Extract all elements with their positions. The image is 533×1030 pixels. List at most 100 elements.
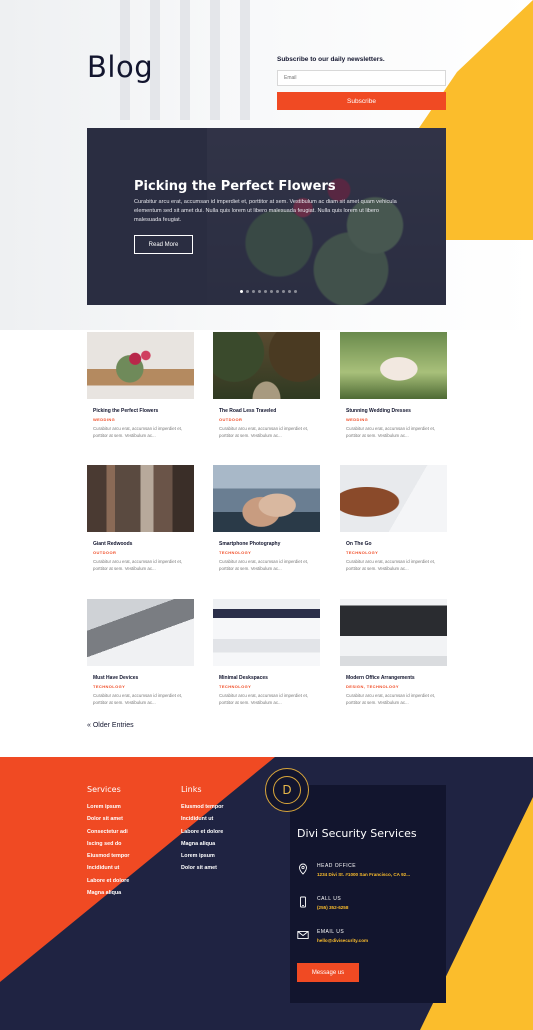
subscribe-button[interactable]: Subscribe xyxy=(277,92,446,110)
post-thumbnail[interactable] xyxy=(87,599,194,666)
email-label: EMAIL US xyxy=(317,929,345,935)
service-link[interactable]: Dolor sit amet xyxy=(87,816,130,828)
slider-dot[interactable] xyxy=(288,290,291,293)
footer: Services Lorem ipsum Dolor sit amet Consec… xyxy=(0,757,533,1030)
newsletter-label: Subscribe to our daily newsletters. xyxy=(277,56,385,63)
message-us-button[interactable]: Message us xyxy=(297,963,359,982)
post-category[interactable]: TECHNOLOGY xyxy=(87,684,194,689)
service-link[interactable]: Eiusmod tempor xyxy=(87,853,130,865)
post-title[interactable]: Minimal Deskspaces xyxy=(213,675,320,681)
service-link[interactable]: Magna aliqua xyxy=(87,890,130,902)
post-excerpt: Curabitur arcu erat, accumsan id imperdi… xyxy=(346,693,436,705)
featured-slider: Picking the Perfect Flowers Curabitur ar… xyxy=(87,128,446,305)
post-excerpt: Curabitur arcu erat, accumsan id imperdi… xyxy=(93,559,183,571)
service-link[interactable]: Lorem ipsum xyxy=(87,804,130,816)
post-card[interactable]: On The Go TECHNOLOGY Curabitur arcu erat, … xyxy=(340,465,447,572)
footer-link[interactable]: Dolor sit amet xyxy=(181,865,224,877)
post-thumbnail[interactable] xyxy=(340,465,447,532)
post-excerpt: Curabitur arcu erat, accumsan id imperdi… xyxy=(93,693,183,705)
call-value[interactable]: (255) 352-6258 xyxy=(317,905,348,910)
call-label: CALL US xyxy=(317,896,342,902)
office-value: 1234 Divi St. #1000 San Francisco, CA 92… xyxy=(317,872,411,877)
post-thumbnail[interactable] xyxy=(213,599,320,666)
older-entries-link[interactable]: « Older Entries xyxy=(87,722,134,729)
post-thumbnail[interactable] xyxy=(213,332,320,399)
email-field[interactable] xyxy=(277,70,446,86)
post-excerpt: Curabitur arcu erat, accumsan id imperdi… xyxy=(346,426,436,438)
post-category[interactable]: OUTDOOR xyxy=(213,417,320,422)
envelope-icon xyxy=(297,931,309,939)
links-list: Eiusmod tempor Incididunt ut Labore et dol… xyxy=(181,804,224,878)
service-link[interactable]: Incididunt ut xyxy=(87,865,130,877)
head-office-info: HEAD OFFICE 1234 Divi St. #1000 San Fran… xyxy=(297,863,410,877)
post-thumbnail[interactable] xyxy=(340,599,447,666)
post-title[interactable]: Giant Redwoods xyxy=(87,541,194,547)
footer-link[interactable]: Eiusmod tempor xyxy=(181,804,224,816)
post-category[interactable]: DESIGN, TECHNOLOGY xyxy=(340,684,447,689)
email-value[interactable]: hello@divisecurity.com xyxy=(317,938,368,943)
contact-card: Divi Security Services HEAD OFFICE 1234 … xyxy=(290,785,446,1003)
post-category[interactable]: WEDDING xyxy=(340,417,447,422)
post-excerpt: Curabitur arcu erat, accumsan id imperdi… xyxy=(219,426,309,438)
post-title[interactable]: Smartphone Photography xyxy=(213,541,320,547)
post-card[interactable]: Minimal Deskspaces TECHNOLOGY Curabitur ar… xyxy=(213,599,320,706)
office-label: HEAD OFFICE xyxy=(317,863,357,869)
post-card[interactable]: The Road Less Traveled OUTDOOR Curabitur a… xyxy=(213,332,320,439)
post-title[interactable]: Picking the Perfect Flowers xyxy=(87,408,194,414)
slider-dot[interactable] xyxy=(282,290,285,293)
post-category[interactable]: OUTDOOR xyxy=(87,550,194,555)
post-card[interactable]: Picking the Perfect Flowers WEDDING Curabi… xyxy=(87,332,194,439)
post-title[interactable]: On The Go xyxy=(340,541,447,547)
footer-link[interactable]: Labore et dolore xyxy=(181,829,224,841)
links-heading: Links xyxy=(181,785,202,794)
logo-badge: D xyxy=(265,768,309,812)
email-info: EMAIL US hello@divisecurity.com xyxy=(297,929,368,943)
post-card[interactable]: Smartphone Photography TECHNOLOGY Curabitu… xyxy=(213,465,320,572)
post-title[interactable]: Must Have Devices xyxy=(87,675,194,681)
footer-link[interactable]: Lorem ipsum xyxy=(181,853,224,865)
service-link[interactable]: Consectetur adi xyxy=(87,829,130,841)
slider-dot[interactable] xyxy=(240,290,243,293)
post-thumbnail[interactable] xyxy=(87,332,194,399)
post-category[interactable]: TECHNOLOGY xyxy=(213,550,320,555)
post-thumbnail[interactable] xyxy=(213,465,320,532)
phone-icon xyxy=(300,896,306,908)
footer-link[interactable]: Magna aliqua xyxy=(181,841,224,853)
call-info: CALL US (255) 352-6258 xyxy=(297,896,348,910)
location-pin-icon xyxy=(299,863,307,875)
post-thumbnail[interactable] xyxy=(340,332,447,399)
post-category[interactable]: TECHNOLOGY xyxy=(213,684,320,689)
read-more-button[interactable]: Read More xyxy=(134,235,193,254)
post-excerpt: Curabitur arcu erat, accumsan id imperdi… xyxy=(93,426,183,438)
slider-dot[interactable] xyxy=(270,290,273,293)
post-card[interactable]: Giant Redwoods OUTDOOR Curabitur arcu erat… xyxy=(87,465,194,572)
slider-dot[interactable] xyxy=(258,290,261,293)
slider-dot[interactable] xyxy=(246,290,249,293)
services-heading: Services xyxy=(87,785,121,794)
slide-text: Curabitur arcu erat, accumsan id imperdi… xyxy=(134,199,397,223)
slider-dot[interactable] xyxy=(264,290,267,293)
slide-title: Picking the Perfect Flowers xyxy=(134,179,336,194)
service-link[interactable]: Iscing sed do xyxy=(87,841,130,853)
post-card[interactable]: Stunning Wedding Dresses WEDDING Curabitur… xyxy=(340,332,447,439)
service-link[interactable]: Labore et dolore xyxy=(87,878,130,890)
post-thumbnail[interactable] xyxy=(87,465,194,532)
services-list: Lorem ipsum Dolor sit amet Consectetur adi… xyxy=(87,804,130,902)
post-card[interactable]: Must Have Devices TECHNOLOGY Curabitur arc… xyxy=(87,599,194,706)
post-card[interactable]: Modern Office Arrangements DESIGN, TECHNO… xyxy=(340,599,447,706)
post-title[interactable]: Modern Office Arrangements xyxy=(340,675,447,681)
card-title: Divi Security Services xyxy=(297,827,417,840)
slider-dots xyxy=(240,290,297,293)
post-category[interactable]: WEDDING xyxy=(87,417,194,422)
slider-dot[interactable] xyxy=(252,290,255,293)
slider-dot[interactable] xyxy=(276,290,279,293)
post-excerpt: Curabitur arcu erat, accumsan id imperdi… xyxy=(219,693,309,705)
post-title[interactable]: Stunning Wedding Dresses xyxy=(340,408,447,414)
footer-link[interactable]: Incididunt ut xyxy=(181,816,224,828)
post-excerpt: Curabitur arcu erat, accumsan id imperdi… xyxy=(346,559,436,571)
slider-dot[interactable] xyxy=(294,290,297,293)
logo-letter: D xyxy=(273,776,301,804)
post-title[interactable]: The Road Less Traveled xyxy=(213,408,320,414)
post-category[interactable]: TECHNOLOGY xyxy=(340,550,447,555)
page-title: Blog xyxy=(87,50,154,84)
